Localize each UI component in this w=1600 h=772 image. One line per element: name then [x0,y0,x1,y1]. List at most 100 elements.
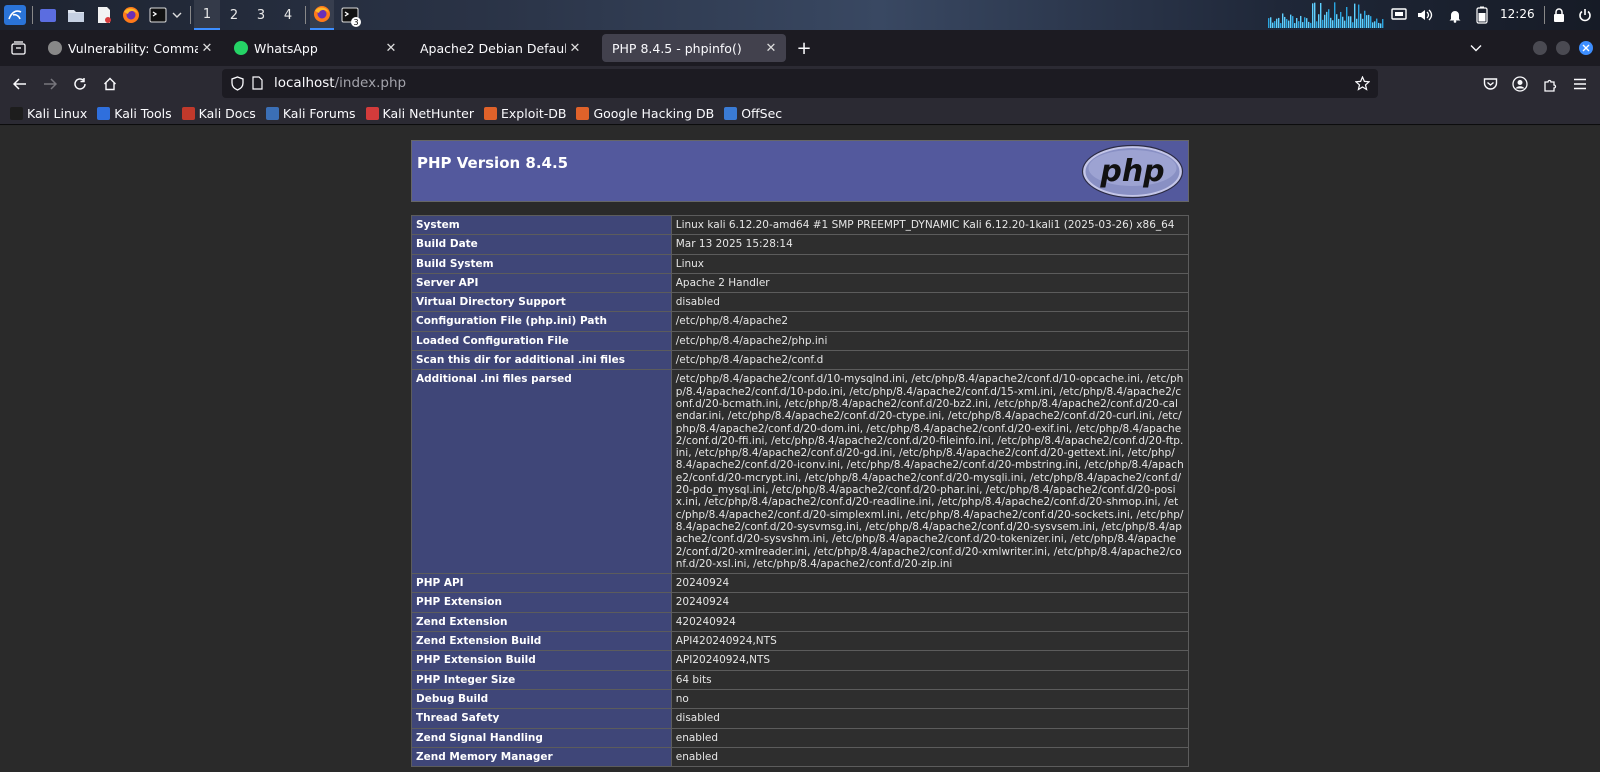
tab-apache2-default[interactable]: Apache2 Debian Default Page ✕ [410,34,590,62]
close-icon [1582,44,1590,52]
network-graph-bar [1350,16,1352,28]
terminal-launcher-icon[interactable] [148,5,168,25]
phpinfo-row: PHP API 20240924 [411,573,1190,594]
kali-menu-icon[interactable] [4,5,26,25]
taskbar-terminal-window-icon[interactable]: 3 [338,0,362,30]
bookmark-item[interactable]: Kali Docs [181,106,256,121]
network-graph-bar [1376,18,1378,28]
file-manager-icon[interactable] [66,5,86,25]
volume-icon[interactable] [1416,5,1434,25]
phpinfo-value: /etc/php/8.4/apache2/php.ini [670,330,1190,352]
bookmark-favicon-icon [484,106,498,120]
bookmark-item[interactable]: Kali Forums [265,105,356,121]
bookmark-item[interactable]: Exploit-DB [484,106,566,121]
phpinfo-key: Thread Safety [411,708,672,729]
account-icon[interactable] [1506,70,1534,98]
phpinfo-value: 64 bits [670,669,1190,690]
panel-clock[interactable]: 12:26 [1500,7,1535,21]
battery-icon[interactable] [1474,5,1490,25]
network-graph-bar [1292,16,1294,28]
phpinfo-row: Build System Linux [411,253,1190,274]
network-graph-bar [1330,17,1332,28]
network-graph-bar [1280,23,1282,28]
phpinfo-row: Additional .ini files parsed/etc/php/8.4… [411,369,1190,575]
phpinfo-key: PHP API [411,573,672,594]
phpinfo-key: Loaded Configuration File [411,330,672,352]
pocket-icon[interactable] [1476,70,1504,98]
window-minimize-button[interactable] [1533,41,1547,55]
bookmark-label: Exploit-DB [501,105,567,121]
show-desktop-icon[interactable] [38,5,58,25]
terminal-window-count-badge: 3 [351,17,361,27]
bookmark-favicon-icon [576,106,590,120]
window-close-button[interactable] [1579,41,1593,55]
back-button[interactable] [6,70,34,98]
phpinfo-row: Configuration File (php.ini) Path/etc/ph… [411,311,1190,332]
phpinfo-row: PHP Extension 20240924 [411,592,1190,613]
shield-icon[interactable] [231,76,244,91]
network-graph-bar [1294,23,1296,28]
bookmark-favicon-icon [10,106,23,120]
bookmark-item[interactable]: OffSec [724,106,782,121]
network-graph-bar [1286,19,1288,28]
bookmark-item[interactable]: Kali NetHunter [365,106,474,121]
workspace-3[interactable]: 3 [248,0,274,30]
tab-close-icon[interactable]: ✕ [762,39,780,57]
bookmark-label: Kali Forums [282,105,356,121]
lock-screen-icon[interactable] [1550,5,1568,25]
network-graph-bar [1354,3,1356,28]
phpinfo-value: Mar 13 2025 15:28:14 [670,234,1190,255]
workspace-2[interactable]: 2 [221,0,247,30]
network-graph-bar [1370,16,1372,28]
tab-close-icon[interactable]: ✕ [198,39,216,57]
phpinfo-value: /etc/php/8.4/apache2/conf.d/10-mysqlnd.i… [670,369,1190,575]
bookmark-favicon-icon [97,106,111,120]
reload-button[interactable] [66,70,94,98]
app-menu-hamburger-icon[interactable] [1566,70,1594,98]
bookmark-favicon-icon [365,106,379,120]
bookmark-item[interactable]: Kali Linux [10,106,87,121]
firefox-view-icon[interactable] [4,34,32,62]
bookmark-item[interactable]: Kali Tools [97,106,172,121]
phpinfo-header: PHP Version 8.4.5 php [411,140,1189,202]
bookmark-star-icon[interactable] [1355,76,1370,91]
new-tab-button[interactable]: + [790,34,818,62]
tab-label: WhatsApp [254,40,318,56]
launcher-chevron-down-icon[interactable] [170,5,184,25]
taskbar-firefox-window-icon[interactable] [310,0,334,30]
network-graph-bar [1348,16,1350,28]
network-graph-bar [1332,20,1334,28]
php-version-title: PHP Version 8.4.5 [417,154,569,172]
tab-label: PHP 8.4.5 - phpinfo() [612,40,742,56]
window-maximize-button[interactable] [1556,41,1570,55]
home-button[interactable] [96,70,124,98]
tab-close-icon[interactable]: ✕ [382,39,400,57]
list-all-tabs-chevron-icon[interactable] [1462,34,1490,62]
display-icon[interactable] [1390,5,1408,25]
system-panel: 1 2 3 4 3 12:26 [0,0,1600,30]
page-info-icon[interactable] [252,76,263,90]
power-icon[interactable] [1576,5,1594,25]
phpinfo-value: /etc/php/8.4/apache2/conf.d [670,350,1190,371]
network-graph-bar [1284,16,1286,28]
url-bar[interactable]: localhost/index.php [222,69,1378,98]
text-editor-icon[interactable] [94,5,114,25]
phpinfo-value: enabled [670,727,1190,748]
tab-dvwa-command-injection[interactable]: Vulnerability: Command I ✕ [38,34,222,62]
forward-button[interactable] [36,70,64,98]
phpinfo-row: Virtual Directory Support disabled [411,292,1190,313]
network-graph-bar [1320,2,1322,28]
firefox-launcher-icon[interactable] [121,5,141,25]
network-graph-bar [1342,16,1344,28]
tab-close-icon[interactable]: ✕ [566,39,584,57]
notifications-bell-icon[interactable] [1446,5,1464,25]
bookmark-item[interactable]: Google Hacking DB [576,106,714,121]
url-host: localhost [274,75,335,91]
tab-phpinfo[interactable]: PHP 8.4.5 - phpinfo() ✕ [602,34,786,62]
phpinfo-value: Linux [670,253,1190,274]
php-logo-icon[interactable]: php [1081,144,1184,199]
workspace-4[interactable]: 4 [275,0,301,30]
tab-whatsapp[interactable]: WhatsApp ✕ [224,34,406,62]
workspace-1[interactable]: 1 [194,0,220,30]
extensions-puzzle-icon[interactable] [1536,70,1564,98]
